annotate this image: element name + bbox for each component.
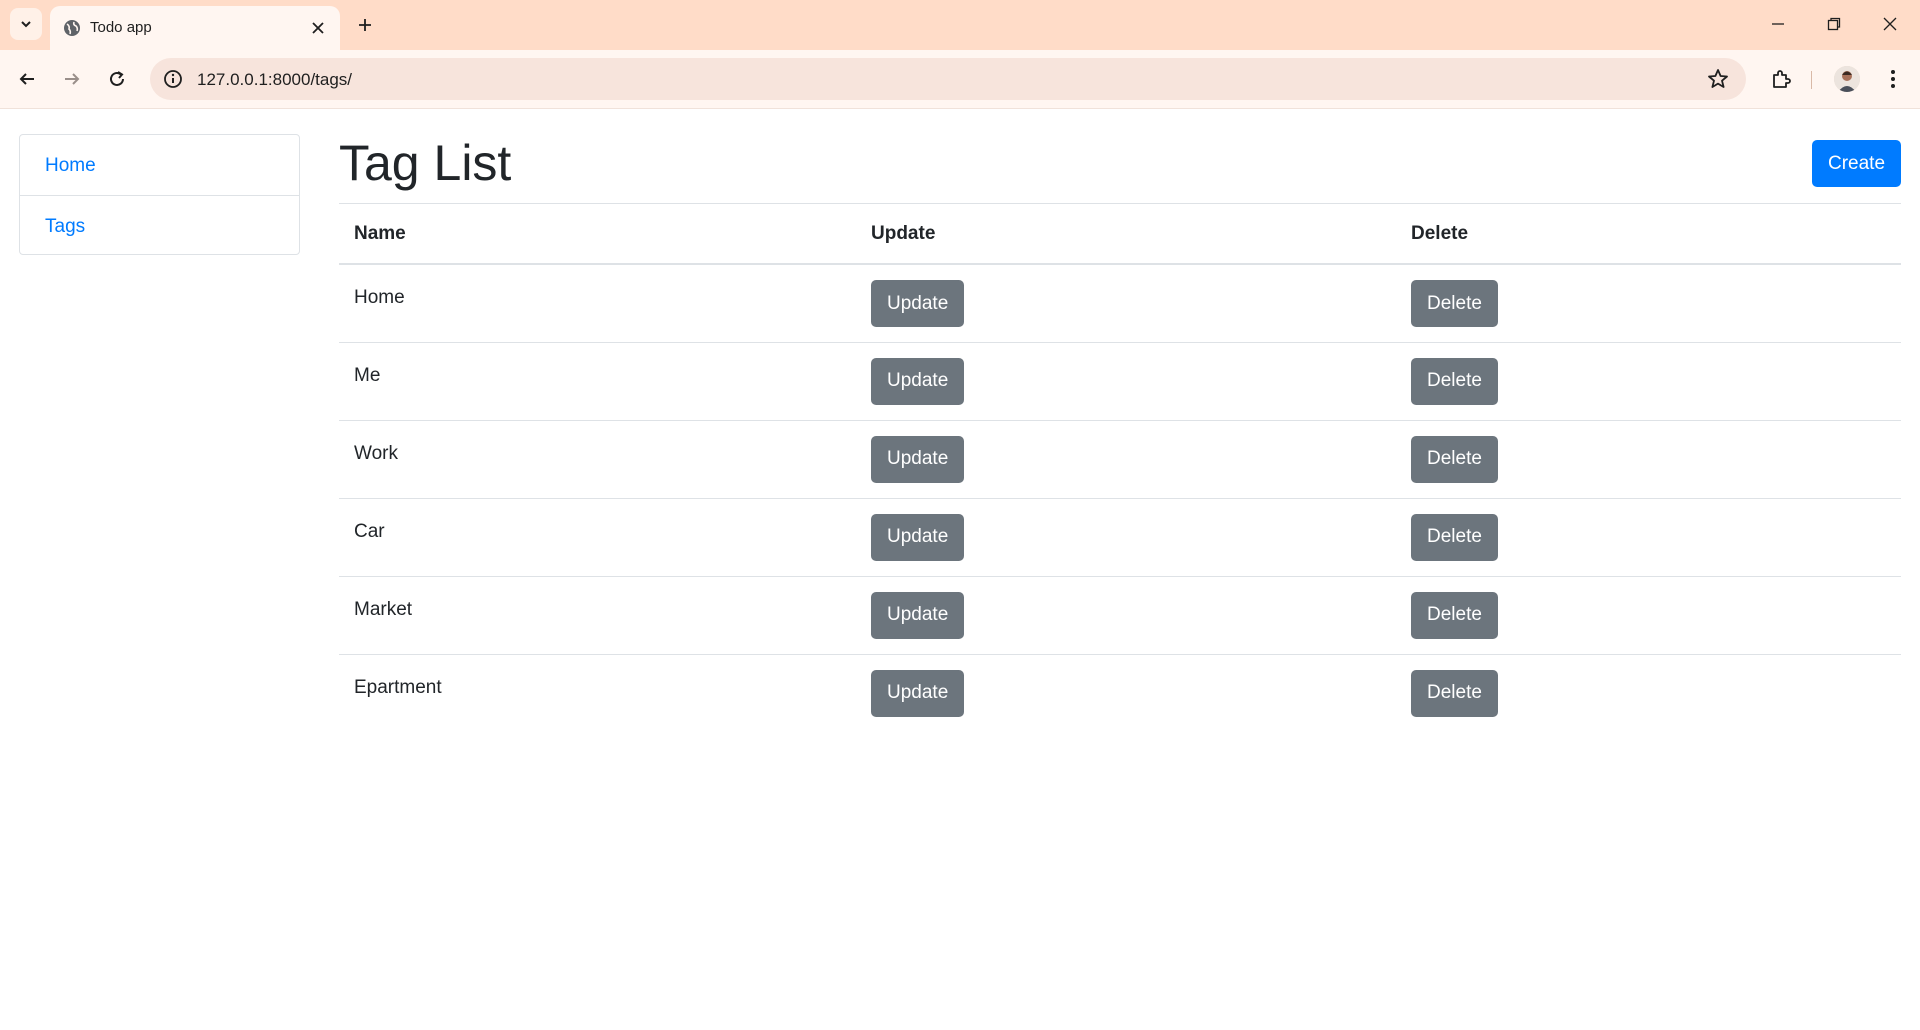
sidebar: Home Tags (19, 134, 300, 255)
avatar-image (1834, 66, 1860, 92)
browser-menu-button[interactable] (1876, 62, 1910, 96)
update-button[interactable]: Update (871, 280, 965, 327)
close-icon (312, 22, 324, 34)
update-button[interactable]: Update (871, 513, 965, 561)
new-tab-button[interactable] (350, 10, 380, 40)
toolbar-separator (1811, 71, 1812, 89)
table-row: Home Update Delete (339, 264, 1901, 343)
info-icon (164, 70, 182, 88)
update-button[interactable]: Update (871, 669, 965, 717)
tab-close-button[interactable] (306, 16, 330, 40)
update-button[interactable]: Update (871, 357, 965, 405)
close-window-button[interactable] (1862, 0, 1918, 48)
create-button[interactable]: Create (1812, 140, 1901, 187)
globe-icon (64, 20, 80, 36)
delete-button[interactable]: Delete (1411, 280, 1498, 327)
delete-button[interactable]: Delete (1411, 591, 1498, 639)
back-button[interactable] (10, 62, 44, 96)
tag-name: Me (354, 364, 381, 386)
page-title: Tag List (339, 135, 512, 191)
sidebar-item-home[interactable]: Home (20, 135, 299, 195)
restore-button[interactable] (1806, 0, 1862, 48)
column-header-update: Update (856, 204, 1396, 265)
tab-search-button[interactable] (10, 8, 42, 40)
delete-button[interactable]: Delete (1411, 513, 1498, 561)
profile-avatar[interactable] (1830, 62, 1864, 96)
browser-tab[interactable]: Todo app (50, 6, 340, 50)
tag-name: Market (354, 598, 413, 620)
minimize-button[interactable] (1750, 0, 1806, 48)
table-row: Epartment Update Delete (339, 654, 1901, 732)
chevron-down-icon (21, 21, 31, 28)
delete-button[interactable]: Delete (1411, 669, 1498, 717)
table-header-row: Name Update Delete (339, 204, 1901, 265)
star-icon[interactable] (1706, 67, 1730, 91)
tag-table: Name Update Delete Home Update Delete Me… (339, 204, 1901, 732)
update-button[interactable]: Update (871, 435, 965, 483)
arrow-left-icon (19, 73, 34, 85)
reload-icon (110, 71, 124, 86)
column-header-delete: Delete (1396, 204, 1901, 265)
address-bar[interactable]: 127.0.0.1:8000/tags/ (150, 58, 1746, 100)
browser-tabstrip: Todo app (0, 0, 1920, 50)
column-header-name: Name (339, 204, 856, 265)
tag-name: Epartment (354, 676, 442, 698)
plus-icon (359, 19, 371, 31)
tab-title: Todo app (90, 19, 152, 36)
table-row: Car Update Delete (339, 498, 1901, 577)
close-icon (1883, 17, 1897, 31)
minimize-icon (1772, 23, 1784, 25)
delete-button[interactable]: Delete (1411, 435, 1498, 483)
sidebar-item-tags[interactable]: Tags (20, 195, 299, 255)
page-content: Home Tags Tag List Create Name Update De… (0, 109, 1920, 1030)
table-row: Market Update Delete (339, 576, 1901, 655)
tag-name: Work (354, 442, 398, 464)
forward-button[interactable] (55, 62, 89, 96)
tag-name: Home (354, 287, 405, 308)
reload-button[interactable] (100, 62, 134, 96)
browser-toolbar: 127.0.0.1:8000/tags/ (0, 50, 1920, 109)
extensions-button[interactable] (1764, 62, 1798, 96)
tag-name: Car (354, 520, 385, 542)
table-row: Me Update Delete (339, 342, 1901, 421)
puzzle-icon (1773, 70, 1791, 88)
update-button[interactable]: Update (871, 591, 965, 639)
delete-button[interactable]: Delete (1411, 357, 1498, 405)
restore-icon (1827, 17, 1841, 31)
more-vertical-icon (1891, 70, 1895, 88)
url-text: 127.0.0.1:8000/tags/ (197, 70, 353, 89)
arrow-right-icon (65, 73, 80, 85)
table-row: Work Update Delete (339, 420, 1901, 499)
